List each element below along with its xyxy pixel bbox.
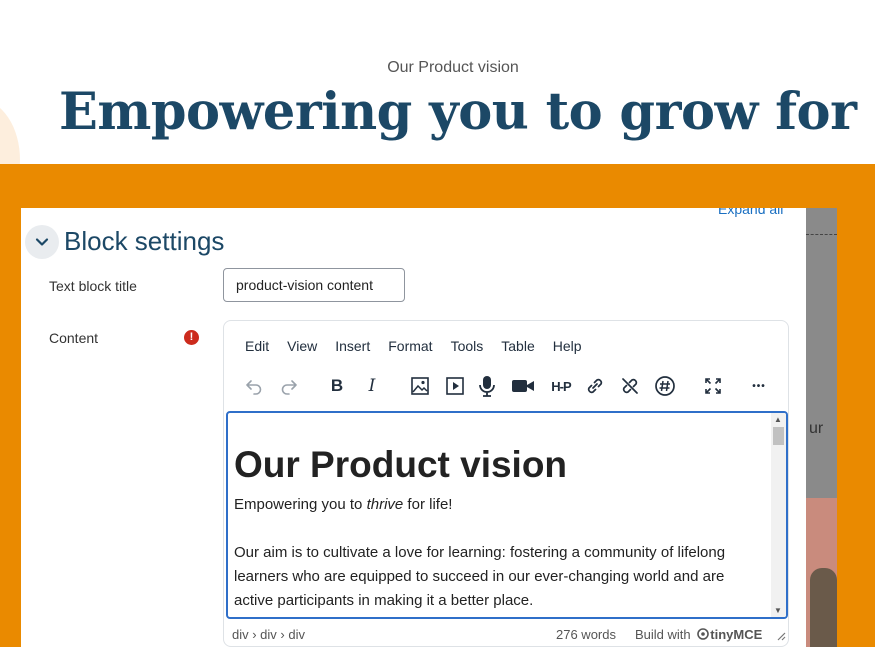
unlink-button[interactable] xyxy=(617,373,643,399)
background-content-peek: ur xyxy=(806,208,837,647)
record-audio-button[interactable] xyxy=(474,373,500,399)
branding-prefix: Build with xyxy=(635,627,691,642)
section-title: Block settings xyxy=(64,226,225,256)
play-icon xyxy=(446,377,464,395)
italic-button[interactable]: I xyxy=(359,373,385,399)
background-photo-figure xyxy=(810,568,837,647)
page: Our Product vision Empowering you to gro… xyxy=(0,0,875,647)
page-title: Empowering you to grow for life! xyxy=(59,82,875,142)
redo-button[interactable] xyxy=(276,373,302,399)
editor-document: Our Product vision Empowering you to thr… xyxy=(234,443,764,613)
link-icon xyxy=(587,378,603,394)
rich-text-editor: Edit View Insert Format Tools Table Help… xyxy=(223,320,789,647)
page-eyebrow: Our Product vision xyxy=(387,59,519,76)
insert-media-button[interactable] xyxy=(442,373,468,399)
menu-edit[interactable]: Edit xyxy=(236,338,278,354)
element-path[interactable]: div › div › div xyxy=(232,627,305,642)
content-label: Content xyxy=(49,330,99,346)
undo-button[interactable] xyxy=(241,373,267,399)
editor-statusbar: div › div › div 276 words Build with tin… xyxy=(232,627,786,643)
expand-all-link[interactable]: Expand all xyxy=(718,208,783,217)
scroll-down-arrow-icon[interactable]: ▼ xyxy=(774,606,782,615)
chevron-down-icon xyxy=(35,238,49,246)
image-icon xyxy=(411,377,429,395)
bold-button[interactable]: B xyxy=(324,373,350,399)
scrollbar-thumb[interactable] xyxy=(773,427,784,445)
editor-branding[interactable]: Build with tinyMCE xyxy=(635,627,762,642)
menu-format[interactable]: Format xyxy=(379,338,441,354)
dashed-divider xyxy=(806,234,837,235)
h5p-button[interactable]: H-P xyxy=(546,373,576,399)
scroll-up-arrow-icon[interactable]: ▲ xyxy=(774,415,782,424)
editor-content-area[interactable]: Our Product vision Empowering you to thr… xyxy=(226,411,788,619)
background-text-fragment: ur xyxy=(809,420,824,437)
editor-scrollbar[interactable]: ▲ ▼ xyxy=(771,413,786,617)
editor-menubar: Edit View Insert Format Tools Table Help xyxy=(236,338,591,354)
menu-tools[interactable]: Tools xyxy=(442,338,493,354)
more-tools-button[interactable]: ••• xyxy=(746,373,772,399)
menu-insert[interactable]: Insert xyxy=(326,338,379,354)
hashtag-circle-icon xyxy=(655,376,675,396)
resize-handle-icon[interactable] xyxy=(776,631,786,641)
undo-icon xyxy=(246,380,262,395)
intro-emphasis: thrive xyxy=(366,496,404,513)
intro-text-start: Empowering you to xyxy=(234,496,367,513)
record-video-button[interactable] xyxy=(510,373,536,399)
redo-icon xyxy=(281,380,297,395)
fullscreen-button[interactable] xyxy=(700,373,726,399)
menu-view[interactable]: View xyxy=(278,338,326,354)
text-block-title-input[interactable] xyxy=(223,268,405,302)
intro-text-end: for life! xyxy=(403,496,453,513)
menu-help[interactable]: Help xyxy=(544,338,591,354)
editor-toolbar: B I H-P ••• xyxy=(238,369,778,403)
word-count[interactable]: 276 words xyxy=(556,627,616,642)
required-icon: ! xyxy=(184,330,199,345)
menu-table[interactable]: Table xyxy=(492,338,543,354)
insert-image-button[interactable] xyxy=(407,373,433,399)
settings-panel: Expand all Block settings Text block tit… xyxy=(21,208,806,647)
branding-name: tinyMCE xyxy=(710,627,763,642)
text-block-title-label: Text block title xyxy=(49,278,137,294)
microphone-icon xyxy=(479,376,495,397)
insert-link-button[interactable] xyxy=(582,373,608,399)
document-heading: Our Product vision xyxy=(234,444,568,485)
collapse-section-button[interactable] xyxy=(25,225,59,259)
video-camera-icon xyxy=(512,380,534,392)
document-paragraph: Our aim is to cultivate a love for learn… xyxy=(234,544,726,609)
tinymce-logo-icon xyxy=(697,628,710,640)
document-intro: Empowering you to thrive for life! xyxy=(234,493,764,517)
unlink-icon xyxy=(622,378,638,394)
fullscreen-icon xyxy=(705,378,721,394)
equation-button[interactable] xyxy=(652,373,678,399)
